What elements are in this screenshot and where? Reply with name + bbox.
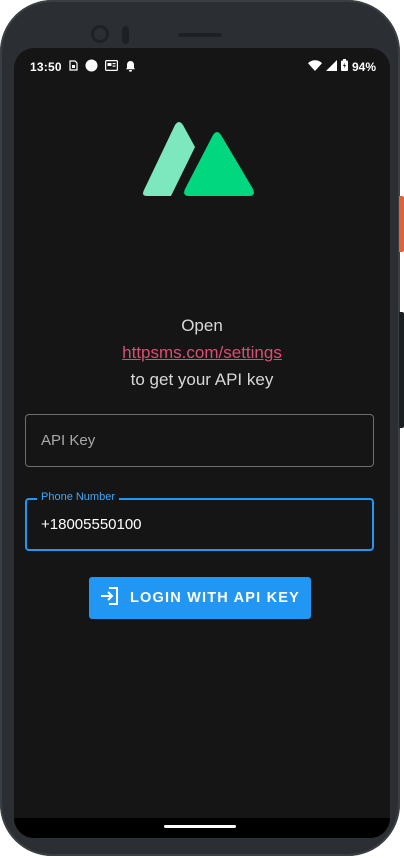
navigation-bar	[14, 818, 390, 838]
volume-button	[399, 312, 404, 428]
status-time: 13:50	[30, 60, 62, 74]
phone-number-input[interactable]: Phone Number +18005550100	[25, 491, 374, 551]
login-with-api-key-button[interactable]: LOGIN WITH API KEY	[89, 577, 311, 619]
app-logo	[143, 121, 257, 199]
prompt-open-text: Open	[181, 316, 223, 335]
bell-icon	[125, 60, 136, 75]
prompt-api-key-text: to get your API key	[130, 370, 274, 389]
phone-frame: 13:50 94% Open httpsms.com/settings to g…	[0, 0, 400, 856]
login-button-label: LOGIN WITH API KEY	[129, 590, 301, 606]
front-camera	[91, 25, 109, 43]
news-icon	[104, 60, 118, 74]
signal-icon	[325, 59, 337, 74]
circle-icon	[85, 59, 98, 75]
battery-icon	[340, 59, 348, 74]
sim-icon	[69, 60, 78, 74]
api-key-instructions: Open httpsms.com/settings to get your AP…	[14, 312, 390, 393]
earpiece-speaker	[178, 33, 222, 37]
api-key-input[interactable]: API Key	[25, 414, 374, 467]
status-bar: 13:50 94%	[14, 48, 390, 82]
phone-number-value[interactable]: +18005550100	[41, 516, 142, 533]
login-icon	[100, 586, 120, 610]
power-button	[399, 196, 404, 252]
api-key-placeholder: API Key	[41, 432, 96, 449]
phone-number-label: Phone Number	[37, 491, 119, 503]
status-right: 94%	[307, 59, 376, 74]
status-left: 13:50	[30, 59, 136, 75]
home-indicator[interactable]	[164, 825, 236, 828]
settings-link[interactable]: httpsms.com/settings	[122, 343, 282, 362]
screen: 13:50 94% Open httpsms.com/settings to g…	[14, 48, 390, 838]
camera-sensor	[122, 26, 129, 44]
battery-percentage: 94%	[351, 59, 376, 74]
wifi-icon	[307, 59, 322, 74]
